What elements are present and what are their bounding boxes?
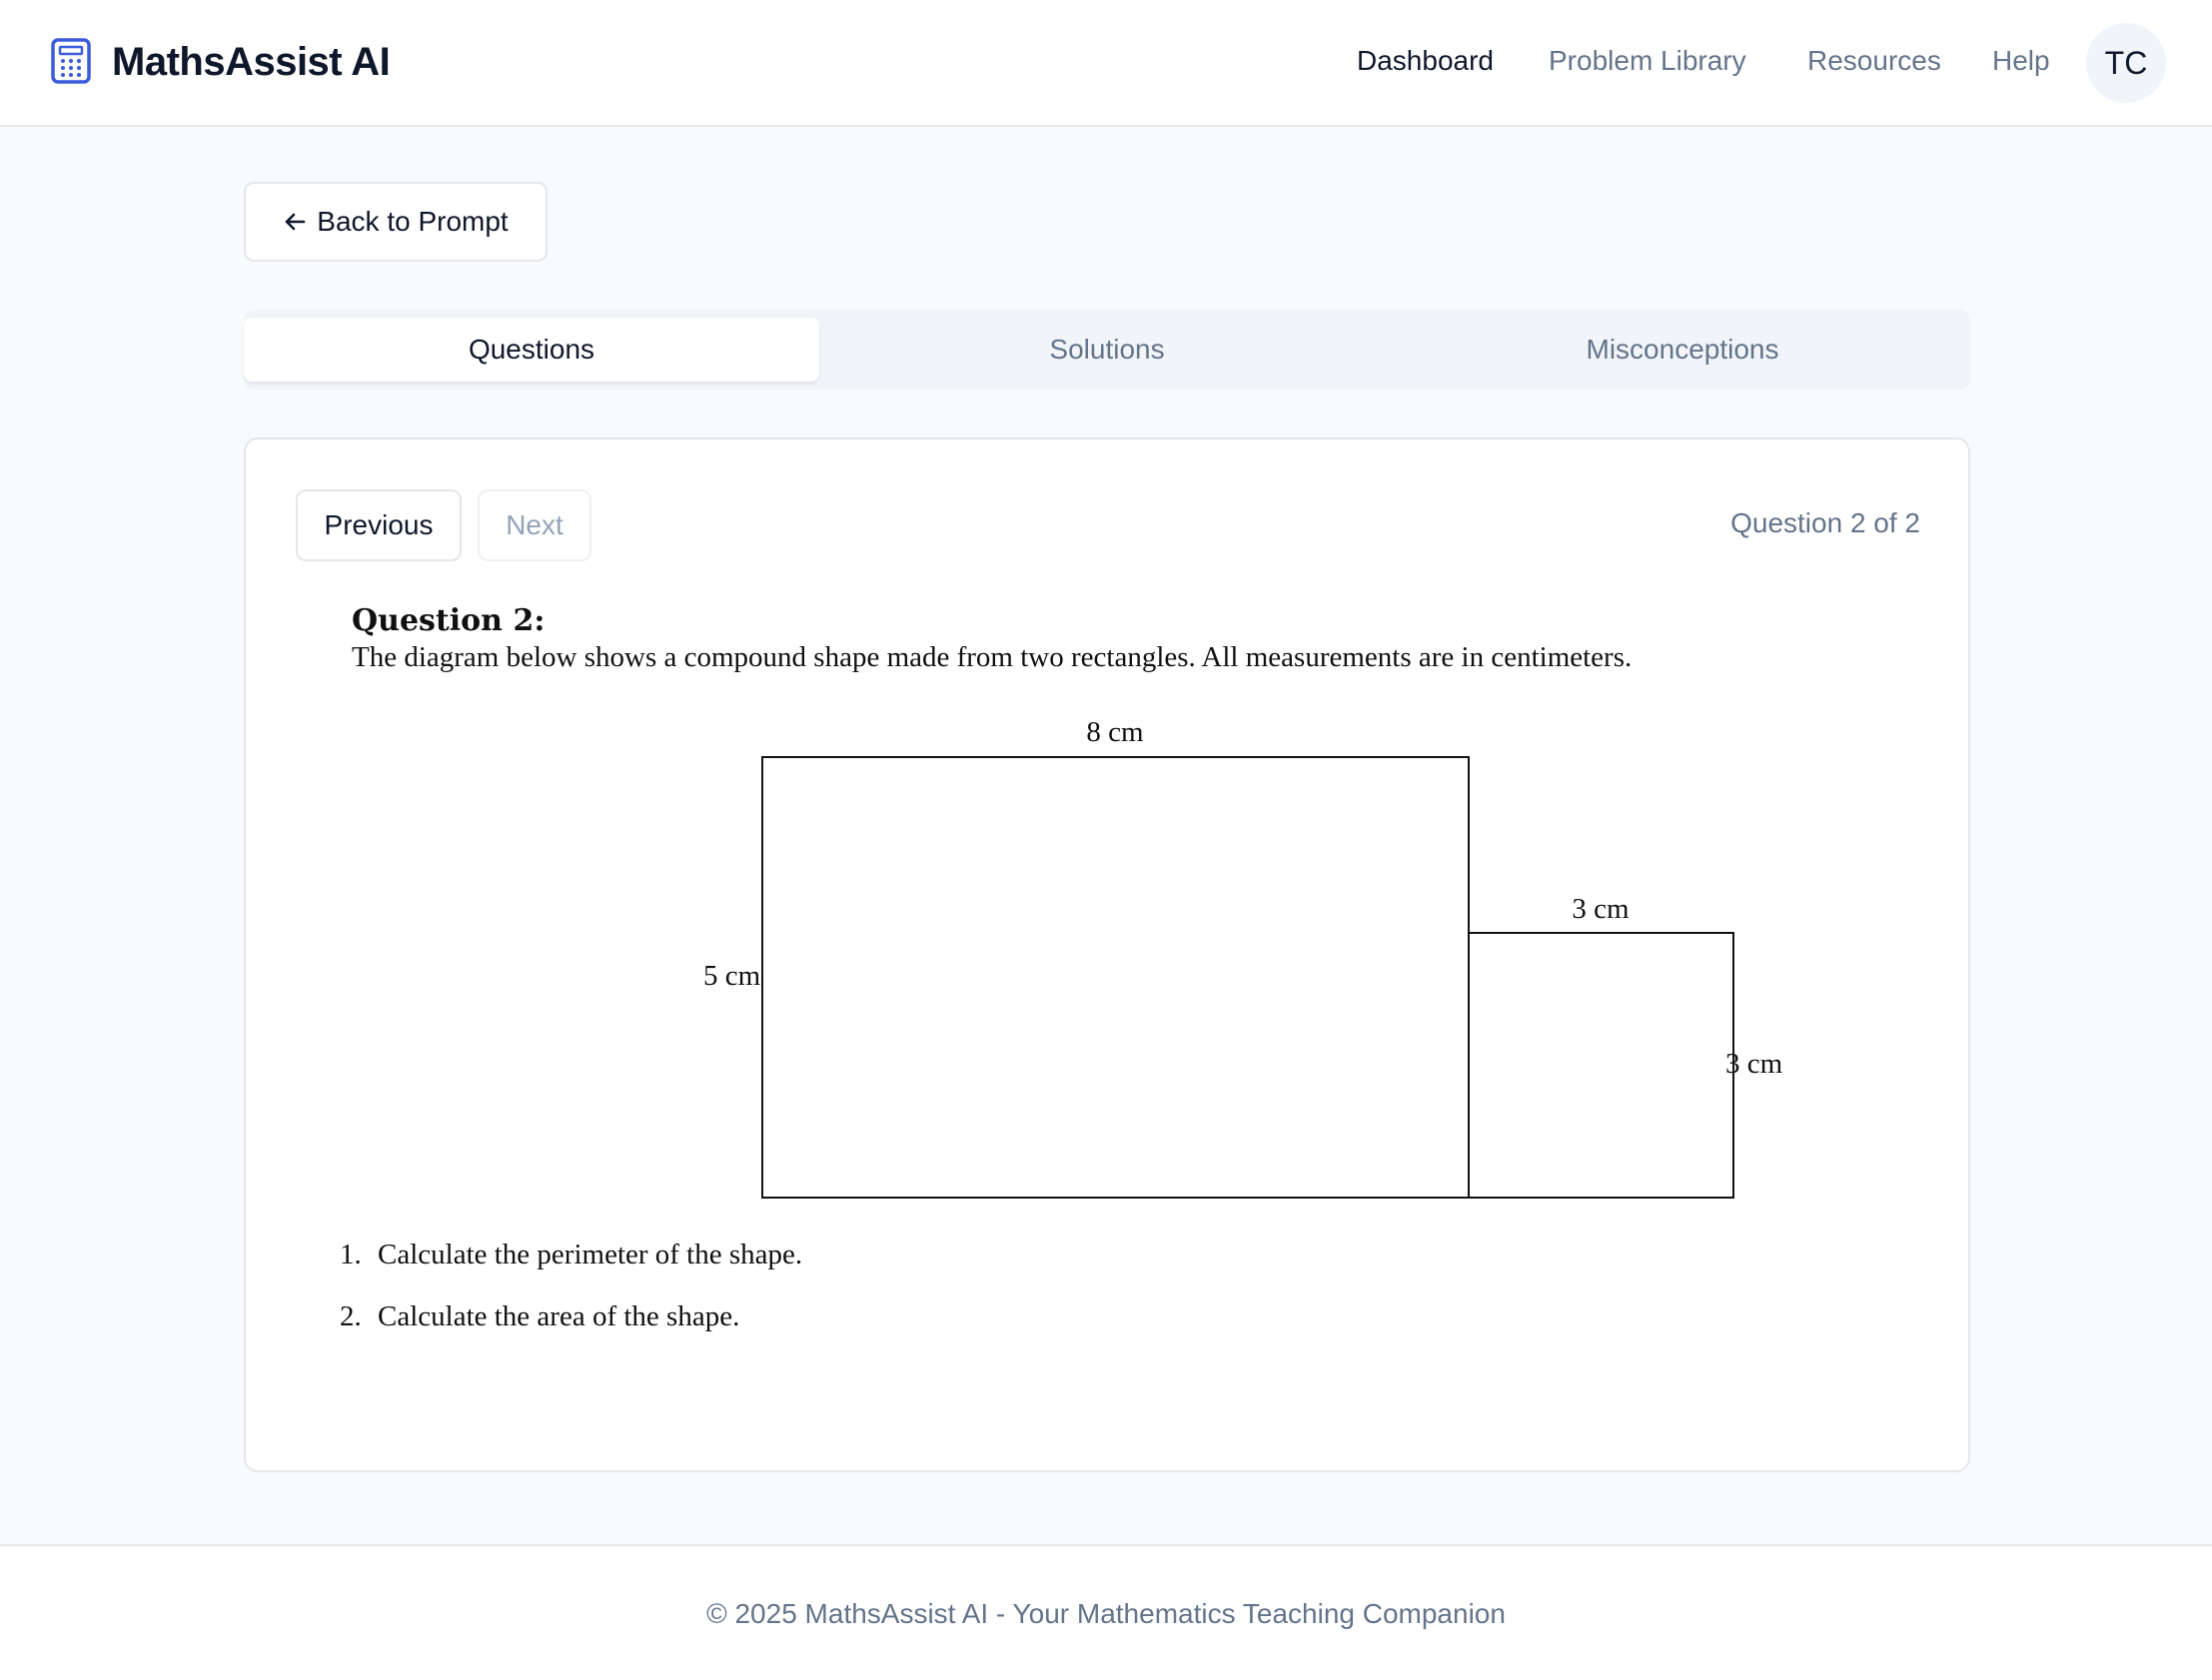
list-item-number: 1.	[340, 1239, 362, 1270]
back-to-prompt-button[interactable]: Back to Prompt	[244, 182, 548, 262]
tab-solutions[interactable]: Solutions	[819, 318, 1395, 382]
nav-dashboard[interactable]: Dashboard	[1357, 45, 1494, 77]
label-top-width: 8 cm	[1086, 716, 1144, 748]
list-item-number: 2.	[340, 1300, 362, 1332]
top-header: MathsAssist AI Dashboard Problem Library…	[0, 0, 2212, 127]
arrow-left-icon	[285, 213, 306, 231]
label-small-width: 3 cm	[1572, 893, 1630, 925]
app-title[interactable]: MathsAssist AI	[112, 40, 391, 85]
tab-misconceptions[interactable]: Misconceptions	[1395, 318, 1970, 382]
calculator-icon	[51, 38, 91, 84]
list-item-text: Calculate the area of the shape.	[378, 1300, 740, 1332]
large-rectangle	[761, 756, 1470, 1199]
small-rectangle	[1468, 932, 1734, 1199]
label-left-height: 5 cm	[703, 960, 761, 992]
page-footer: © 2025 MathsAssist AI - Your Mathematics…	[0, 1544, 2212, 1680]
back-to-prompt-label: Back to Prompt	[317, 206, 509, 237]
nav-problem-library[interactable]: Problem Library	[1549, 45, 1746, 77]
footer-copyright: © 2025 MathsAssist AI - Your Mathematics…	[706, 1598, 1506, 1629]
question-card: Previous Next Question 2 of 2 Question 2…	[244, 437, 1970, 1472]
user-avatar[interactable]: TC	[2086, 23, 2166, 103]
nav-help[interactable]: Help	[1992, 45, 2050, 77]
nav-resources[interactable]: Resources	[1807, 45, 1941, 77]
label-small-height: 3 cm	[1725, 1048, 1783, 1080]
tab-questions[interactable]: Questions	[244, 318, 819, 382]
list-item-text: Calculate the perimeter of the shape.	[378, 1239, 803, 1270]
tab-bar: Questions Solutions Misconceptions	[244, 310, 1970, 390]
